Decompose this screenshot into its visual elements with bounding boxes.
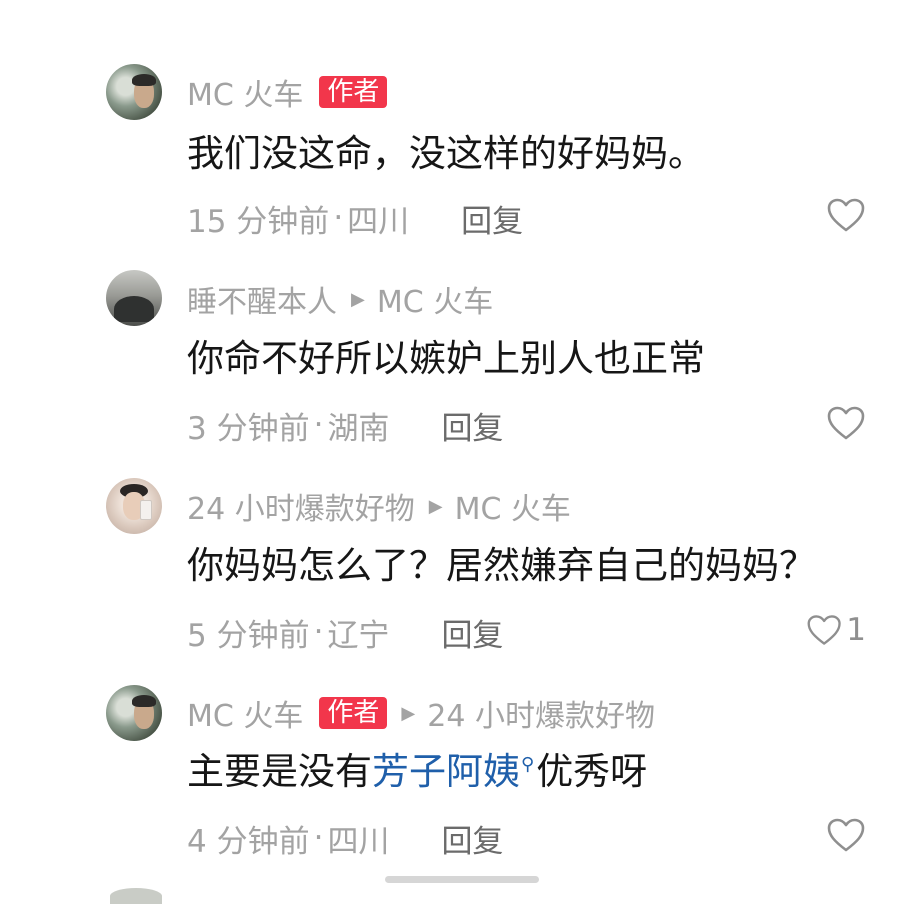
comment-time: 15 分钟前	[187, 203, 330, 240]
comment-footer: 15 分钟前 · 四川 回复	[187, 196, 523, 241]
separator-dot: ·	[333, 200, 344, 236]
heart-outline-icon	[807, 615, 841, 645]
reply-to-name[interactable]: MC 火车	[377, 277, 493, 321]
heart-outline-icon	[827, 198, 865, 232]
comment-location: 四川	[347, 203, 410, 240]
avatar[interactable]	[106, 685, 162, 741]
author-name[interactable]: MC 火车	[187, 691, 303, 735]
comment-text-end: 优秀呀	[536, 750, 648, 793]
author-name[interactable]: 睡不醒本人	[187, 277, 337, 321]
home-indicator[interactable]	[385, 876, 539, 883]
separator-dot: ·	[313, 407, 324, 443]
reply-button[interactable]: 回复	[441, 403, 503, 448]
comment-text-start: 主要是没有	[187, 750, 372, 793]
search-link[interactable]: 芳子阿姨	[372, 750, 520, 793]
comment-text: 你妈妈怎么了？居然嫌弃自己的妈妈？	[187, 544, 816, 587]
comment-location: 湖南	[327, 410, 390, 447]
comment-header: 24 小时爆款好物 ▶ MC 火车	[187, 484, 571, 528]
triangle-right-icon: ▶	[351, 288, 365, 310]
triangle-right-icon: ▶	[401, 702, 416, 724]
like-count: 1	[846, 612, 866, 648]
reply-to-name[interactable]: MC 火车	[455, 484, 571, 528]
comment-location: 四川	[327, 823, 390, 860]
like-button[interactable]	[826, 403, 886, 443]
author-name[interactable]: 24 小时爆款好物	[187, 484, 415, 528]
avatar[interactable]	[106, 478, 162, 534]
avatar[interactable]	[110, 888, 162, 904]
avatar[interactable]	[106, 270, 162, 326]
reply-button[interactable]: 回复	[441, 816, 503, 861]
separator-dot: ·	[313, 614, 324, 650]
reply-button[interactable]: 回复	[461, 196, 523, 241]
like-button[interactable]: 1	[806, 610, 866, 650]
comment-footer: 3 分钟前 · 湖南 回复	[187, 403, 503, 448]
separator-dot: ·	[313, 820, 324, 856]
reply-to-name[interactable]: 24 小时爆款好物	[427, 691, 655, 735]
comment-header: 睡不醒本人 ▶ MC 火车	[187, 277, 493, 321]
comment-location: 辽宁	[327, 617, 390, 654]
comment-text: 主要是没有芳子阿姨⚲优秀呀	[187, 749, 647, 795]
heart-outline-icon	[827, 818, 865, 852]
reply-button[interactable]: 回复	[441, 610, 503, 655]
triangle-right-icon: ▶	[428, 495, 443, 517]
comment-footer: 4 分钟前 · 四川 回复	[187, 816, 503, 861]
search-icon[interactable]: ⚲	[521, 754, 534, 775]
author-badge: 作者	[319, 697, 388, 729]
comment-time: 4 分钟前	[187, 823, 310, 860]
comment-item: MC 火车 作者 ▶ 24 小时爆款好物 主要是没有芳子阿姨⚲优秀呀 4 分钟前…	[0, 0, 924, 860]
comment-text: 你命不好所以嫉妒上别人也正常	[187, 337, 705, 380]
comment-time: 3 分钟前	[187, 410, 310, 447]
comment-header: MC 火车 作者 ▶ 24 小时爆款好物	[187, 691, 655, 735]
heart-outline-icon	[827, 406, 865, 440]
comment-footer: 5 分钟前 · 辽宁 回复	[187, 610, 503, 655]
like-button[interactable]	[826, 815, 886, 855]
like-button[interactable]	[826, 195, 886, 235]
comment-time: 5 分钟前	[187, 617, 310, 654]
